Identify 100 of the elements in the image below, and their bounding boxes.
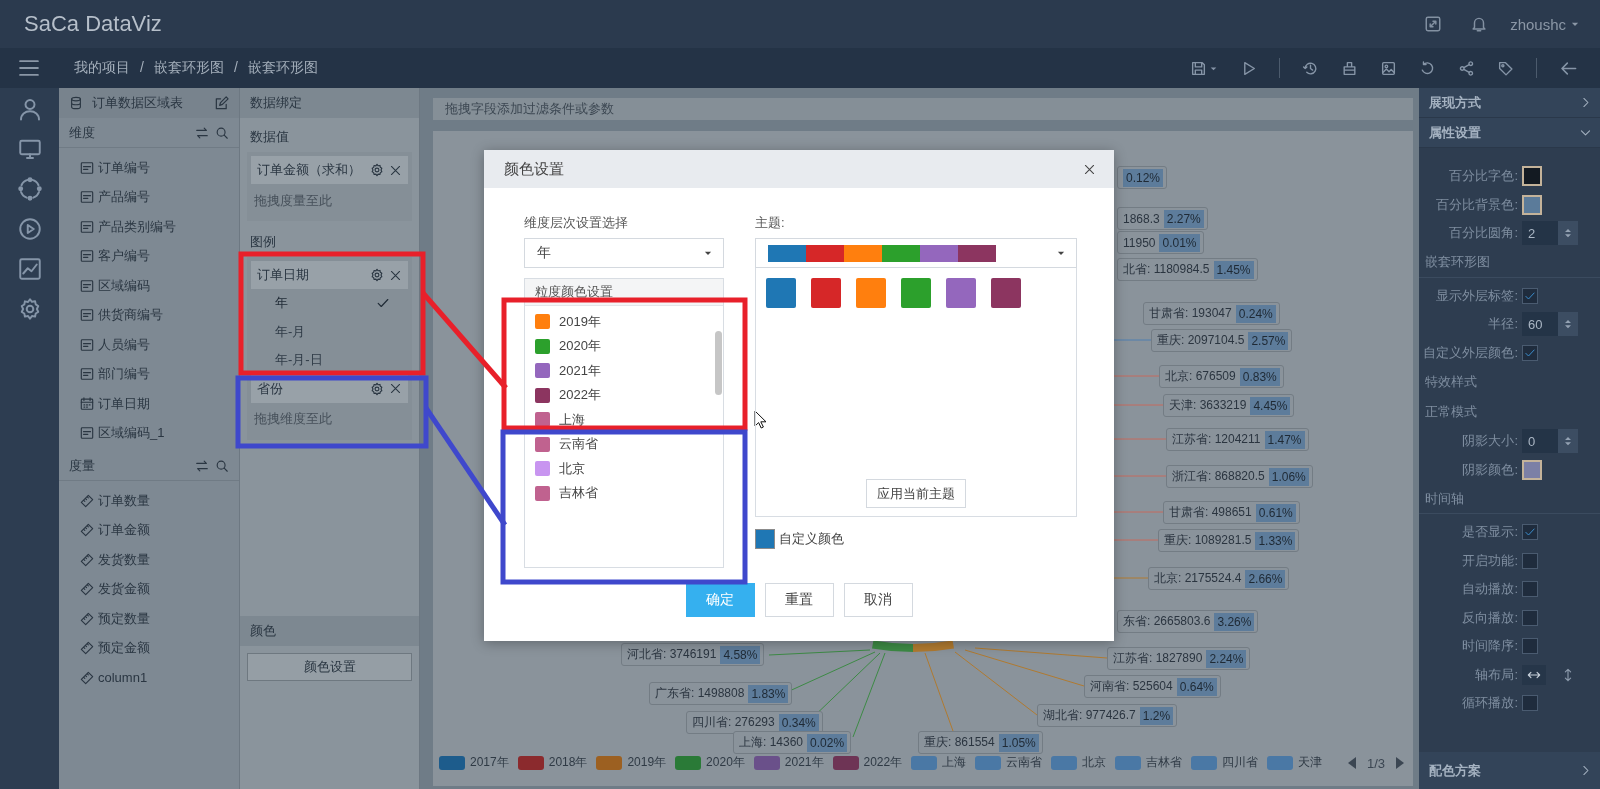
breadcrumb-item[interactable]: 嵌套环形图: [247, 59, 318, 77]
color-swatch[interactable]: [811, 278, 841, 308]
monitor-icon[interactable]: [17, 137, 42, 161]
breadcrumb-item[interactable]: 嵌套环形图: [153, 59, 224, 77]
color-swatch[interactable]: [946, 278, 976, 308]
swap-icon[interactable]: [195, 125, 209, 140]
color-swatch[interactable]: [856, 278, 886, 308]
scrollbar-thumb[interactable]: [715, 331, 722, 395]
color-swatch[interactable]: [1522, 459, 1542, 480]
menu-icon[interactable]: [18, 57, 40, 79]
save-icon[interactable]: [1190, 59, 1207, 77]
color-swatch[interactable]: [535, 363, 550, 378]
swap-icon[interactable]: [195, 458, 209, 473]
panel-header[interactable]: 配色方案: [1419, 752, 1600, 789]
list-item[interactable]: 北京: [535, 459, 685, 478]
legend-item[interactable]: 2021年: [753, 754, 824, 771]
confirm-button[interactable]: 确定: [685, 583, 755, 617]
search-icon[interactable]: [215, 458, 229, 473]
option-item[interactable]: 年-月-日: [251, 346, 408, 375]
option-item[interactable]: 年: [251, 289, 408, 318]
theme-select[interactable]: [755, 238, 1077, 268]
legend-item[interactable]: 2020年: [675, 754, 745, 771]
search-icon[interactable]: [215, 125, 229, 140]
close-icon[interactable]: [1083, 162, 1096, 176]
list-item[interactable]: 云南省: [535, 435, 685, 453]
color-settings-button[interactable]: 颜色设置: [247, 653, 412, 681]
field-item[interactable]: 区域编码_1: [59, 418, 239, 448]
list-item[interactable]: 2020年: [535, 337, 685, 355]
edit-icon[interactable]: [214, 95, 229, 111]
field-chip[interactable]: 订单日期: [251, 261, 408, 289]
checkbox[interactable]: [1522, 609, 1538, 626]
panel-header[interactable]: 展现方式: [1419, 88, 1600, 118]
color-swatch[interactable]: [755, 529, 775, 549]
field-item[interactable]: 客户编号: [59, 241, 239, 271]
legend-item[interactable]: 2019年: [596, 754, 667, 771]
panel-header[interactable]: 属性设置: [1419, 118, 1600, 148]
share-icon[interactable]: [1458, 59, 1475, 77]
list-item[interactable]: 2022年: [535, 386, 685, 404]
stepper-icon[interactable]: [1562, 318, 1574, 331]
field-item[interactable]: 订单数量: [59, 486, 239, 516]
color-swatch[interactable]: [535, 338, 550, 354]
field-item[interactable]: 订单日期: [59, 389, 239, 419]
layout-option[interactable]: [1522, 664, 1546, 685]
tag-icon[interactable]: [1497, 59, 1514, 77]
legend-item[interactable]: 2018年: [517, 754, 588, 771]
stepper-icon[interactable]: [1562, 227, 1574, 240]
filter-bar[interactable]: 拖拽字段添加过滤条件或参数: [433, 98, 1413, 120]
close-icon[interactable]: [389, 163, 402, 177]
close-icon[interactable]: [389, 268, 402, 282]
checkbox[interactable]: [1522, 581, 1538, 598]
number-field[interactable]: 2: [1522, 221, 1578, 246]
color-swatch[interactable]: [535, 485, 550, 501]
checkbox[interactable]: [1522, 287, 1538, 304]
field-item[interactable]: 产品类别编号: [59, 212, 239, 242]
legend-item[interactable]: 北京: [1051, 754, 1107, 771]
checkbox[interactable]: [1522, 638, 1538, 655]
legend-item[interactable]: 2017年: [439, 754, 509, 771]
expand-icon[interactable]: [1424, 15, 1443, 33]
gear-icon[interactable]: [370, 163, 384, 177]
undo-icon[interactable]: [1419, 59, 1436, 77]
field-chip[interactable]: 订单金额（求和）: [251, 156, 408, 184]
field-item[interactable]: 预定数量: [59, 604, 239, 634]
breadcrumb-item[interactable]: 我的项目: [74, 59, 130, 77]
option-item[interactable]: 年-月: [251, 317, 408, 346]
field-item[interactable]: column1: [59, 663, 239, 693]
color-swatch[interactable]: [901, 278, 931, 308]
field-item[interactable]: 发货数量: [59, 545, 239, 575]
field-item[interactable]: 区域编码: [59, 271, 239, 301]
legend-item[interactable]: 四川省: [1191, 754, 1259, 771]
list-item[interactable]: 2019年: [535, 312, 685, 331]
legend-item[interactable]: 天津: [1267, 754, 1323, 771]
field-item[interactable]: 订单编号: [59, 153, 239, 183]
color-swatch[interactable]: [535, 461, 550, 476]
close-icon[interactable]: [389, 382, 402, 395]
number-field[interactable]: 0: [1522, 429, 1578, 454]
color-swatch[interactable]: [766, 278, 796, 308]
list-item[interactable]: 吉林省: [535, 484, 685, 502]
checkbox[interactable]: [1522, 552, 1538, 569]
gear-icon[interactable]: [370, 268, 384, 282]
color-swatch[interactable]: [1522, 166, 1542, 187]
color-swatch[interactable]: [535, 314, 550, 329]
list-item[interactable]: 2021年: [535, 361, 685, 380]
drop-zone[interactable]: 订单日期 年 年-月 年-月-日 省份 拖拽维度至此: [247, 257, 412, 440]
dialog-button[interactable]: 重置: [764, 583, 834, 617]
gear-icon[interactable]: [370, 381, 384, 396]
legend-item[interactable]: 2022年: [832, 754, 903, 771]
color-swatch[interactable]: [535, 387, 550, 403]
field-item[interactable]: 部门编号: [59, 359, 239, 389]
legend-item[interactable]: 吉林省: [1115, 754, 1183, 771]
color-swatch[interactable]: [991, 278, 1021, 308]
play-circle-icon[interactable]: [17, 217, 42, 241]
apply-theme-button[interactable]: 应用当前主题: [866, 479, 966, 508]
color-swatch[interactable]: [535, 436, 550, 452]
list-item[interactable]: 上海: [535, 410, 685, 429]
field-item[interactable]: 订单金额: [59, 515, 239, 545]
field-item[interactable]: 发货金额: [59, 574, 239, 604]
stepper-icon[interactable]: [1562, 435, 1574, 448]
drop-zone[interactable]: 订单金额（求和） 拖拽度量至此: [247, 152, 412, 221]
color-swatch[interactable]: [1522, 194, 1542, 215]
level-select[interactable]: 年: [524, 238, 724, 268]
